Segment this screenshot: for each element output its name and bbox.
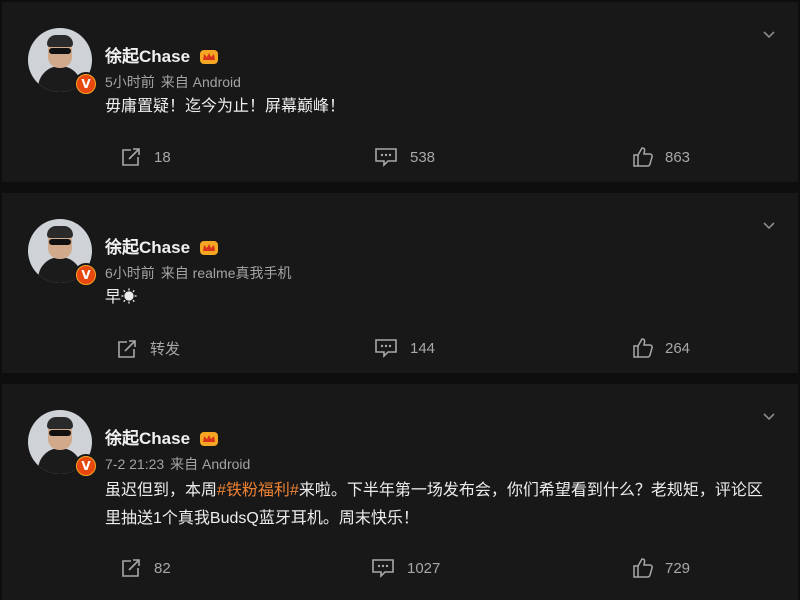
post-meta: 6小时前 来自 realme真我手机 (105, 263, 291, 283)
post-text: 虽迟但到，本周#铁粉福利#来啦。下半年第一场发布会，你们希望看到什么？老规矩，评… (105, 477, 775, 533)
post-time[interactable]: 6小时前 (105, 265, 155, 281)
comment-icon (375, 339, 397, 358)
post-meta: 5小时前 来自 Android (105, 72, 241, 92)
thumbs-up-icon (633, 558, 653, 578)
crown-icon (199, 432, 218, 446)
comment-button[interactable]: 144 (374, 338, 435, 358)
repost-icon (122, 559, 140, 577)
verified-badge-icon: V (74, 72, 98, 96)
post-card: V 徐起Chase 7-2 21:23 来自 Android 虽迟但到，本周#铁粉… (2, 384, 798, 600)
post-card: V 徐起Chase 5小时前 来自 Android 毋庸置疑！迄今为止！屏幕巅峰！… (2, 2, 798, 182)
like-count: 729 (665, 559, 691, 577)
thumbs-up-icon (633, 338, 653, 358)
verified-badge-icon: V (74, 263, 98, 287)
like-count: 863 (665, 148, 691, 166)
repost-count: 转发 (150, 341, 181, 358)
post-source: 来自 realme真我手机 (160, 265, 292, 281)
author-name[interactable]: 徐起Chase (105, 424, 219, 449)
comment-count: 1027 (407, 559, 441, 577)
post-card: V 徐起Chase 6小时前 来自 realme真我手机 早☀ 转发 144 26… (2, 193, 798, 373)
author-name[interactable]: 徐起Chase (105, 233, 219, 258)
post-time[interactable]: 7-2 21:23 (105, 456, 164, 472)
chevron-down-icon[interactable] (762, 219, 776, 233)
post-source: 来自 Android (170, 456, 251, 472)
like-button[interactable]: 729 (633, 558, 690, 578)
comment-count: 538 (410, 148, 436, 166)
comment-button[interactable]: 1027 (371, 558, 440, 578)
like-button[interactable]: 863 (633, 147, 690, 167)
author-name[interactable]: 徐起Chase (105, 42, 219, 67)
crown-icon (199, 50, 218, 64)
post-text: 毋庸置疑！迄今为止！屏幕巅峰！ (105, 98, 346, 115)
chevron-down-icon[interactable] (762, 28, 776, 42)
repost-count: 82 (154, 559, 171, 577)
repost-button[interactable]: 转发 (116, 338, 180, 359)
repost-count: 18 (154, 148, 171, 166)
repost-icon (118, 339, 136, 358)
comment-icon (372, 559, 394, 578)
repost-button[interactable]: 82 (120, 558, 171, 578)
repost-icon (122, 148, 140, 166)
verified-badge-icon: V (74, 454, 98, 478)
post-text-part: 虽迟但到，本周 (105, 482, 218, 499)
post-source: 来自 Android (160, 74, 241, 90)
comment-icon (375, 148, 397, 167)
like-count: 264 (665, 339, 691, 357)
post-time[interactable]: 5小时前 (105, 74, 155, 90)
crown-icon (199, 241, 218, 255)
comment-button[interactable]: 538 (374, 147, 435, 167)
chevron-down-icon[interactable] (762, 410, 776, 424)
repost-button[interactable]: 18 (120, 147, 171, 167)
like-button[interactable]: 264 (633, 338, 690, 358)
post-meta: 7-2 21:23 来自 Android (105, 454, 250, 474)
topic-link[interactable]: #铁粉福利# (217, 482, 299, 499)
post-text: 早☀ (105, 289, 138, 306)
comment-count: 144 (410, 339, 436, 357)
thumbs-up-icon (633, 147, 653, 167)
